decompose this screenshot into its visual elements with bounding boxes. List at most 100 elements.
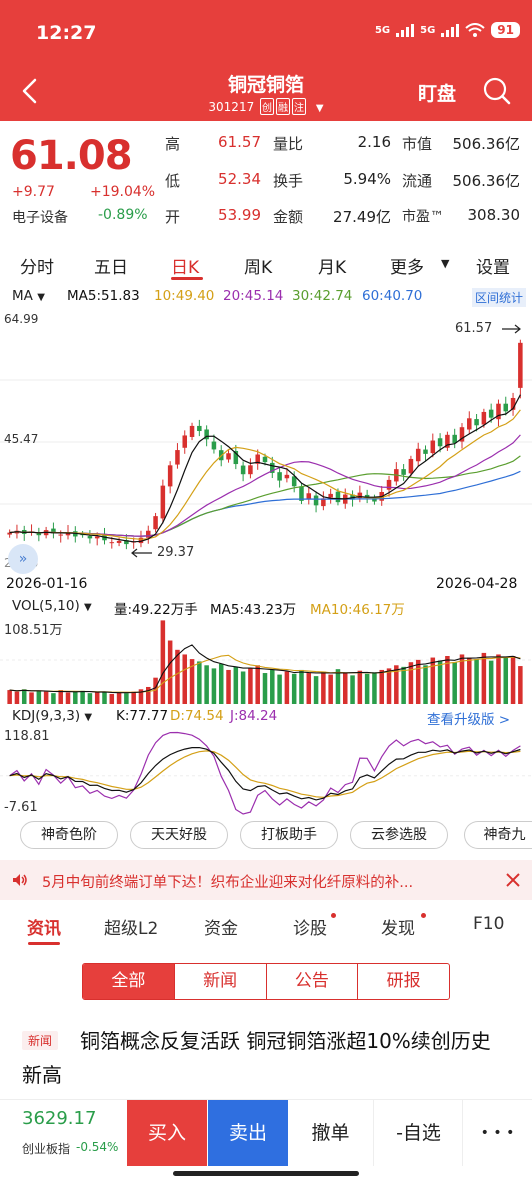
price-change-pct: +19.04% xyxy=(90,184,156,200)
signal-bars-icon xyxy=(396,23,415,37)
kdj-chart[interactable] xyxy=(0,726,532,818)
volume-bar xyxy=(43,691,49,704)
y-max-label: 64.99 xyxy=(4,312,39,326)
feature-daily-stock[interactable]: 天天好股 xyxy=(130,821,228,849)
volume-bar xyxy=(124,693,129,704)
status-icons: 5G 5G 91 xyxy=(375,22,520,38)
vol-ma10: MA10:46.17万 xyxy=(310,602,405,618)
segment-research[interactable]: 研报 xyxy=(358,964,449,999)
volume-bar xyxy=(364,673,370,704)
quote-panel: 61.08 +9.77 +19.04% 电子设备 -0.89% 高 61.57 … xyxy=(0,121,532,241)
volume-bar xyxy=(357,670,363,704)
section-tab-diagnosis[interactable]: 诊股 xyxy=(293,914,327,939)
volume-bar xyxy=(160,620,166,704)
feature-magic-nine[interactable]: 神奇九 xyxy=(464,821,532,849)
upgrade-link[interactable]: 查看升级版 > xyxy=(427,708,510,728)
volume-bar xyxy=(58,690,63,704)
news-ticker[interactable]: 5月中旬前终端订单下达！织布企业迎来对化纤原料的补... xyxy=(0,860,532,900)
tab-intraday[interactable]: 分时 xyxy=(20,253,54,278)
label-low: 低 xyxy=(165,172,181,190)
label-amount: 金额 xyxy=(273,208,304,226)
volume-bar xyxy=(175,649,180,704)
bottom-trade-bar: 3629.17 创业板指 -0.54% 买入 卖出 撤单 -自选 • • • xyxy=(0,1099,532,1167)
volume-bar xyxy=(350,675,355,704)
section-tab-funds[interactable]: 资金 xyxy=(204,914,238,939)
diagnosis-badge-dot xyxy=(331,913,336,918)
watch-button[interactable]: 盯盘 xyxy=(418,79,456,106)
remove-watchlist-button[interactable]: -自选 xyxy=(375,1100,463,1166)
candle-body xyxy=(189,425,195,437)
high-marker-label: 61.57 xyxy=(455,321,493,336)
volume-bar xyxy=(211,668,217,704)
volume-bar xyxy=(467,657,472,704)
close-icon[interactable] xyxy=(505,872,521,888)
ma-toggle[interactable]: MA ▼ xyxy=(12,288,45,304)
feature-magic-color[interactable]: 神奇色阶 xyxy=(20,821,118,849)
range-stats-button[interactable]: 区间统计 xyxy=(472,288,527,307)
news-type-badge: 新闻 xyxy=(22,1031,59,1050)
value-volume-ratio: 2.16 xyxy=(357,133,391,151)
volume-bar xyxy=(437,660,443,704)
volume-bar xyxy=(284,671,290,704)
volume-bar xyxy=(262,673,268,704)
section-tab-f10[interactable]: F10 xyxy=(473,914,504,934)
tab-settings[interactable]: 设置 xyxy=(476,253,510,278)
cancel-order-button[interactable]: 撤单 xyxy=(288,1100,374,1166)
signal-label-1: 5G xyxy=(374,24,391,36)
tab-monthly-k[interactable]: 月K xyxy=(318,253,346,278)
section-tab-super-l2[interactable]: 超级L2 xyxy=(104,914,158,939)
expand-history-icon[interactable]: » xyxy=(8,544,38,574)
section-tab-news[interactable]: 资讯 xyxy=(27,914,61,939)
feature-limit-helper[interactable]: 打板助手 xyxy=(240,821,338,849)
more-options-button[interactable]: • • • xyxy=(463,1100,532,1166)
volume-bar xyxy=(510,656,516,704)
segment-announcement[interactable]: 公告 xyxy=(267,964,359,999)
low-marker-label: 29.37 xyxy=(157,545,195,560)
more-dropdown-icon[interactable]: ▼ xyxy=(441,257,449,270)
section-tab-discover[interactable]: 发现 xyxy=(381,914,415,939)
tab-more[interactable]: 更多 xyxy=(390,253,424,278)
candlestick-chart[interactable] xyxy=(0,308,532,576)
vol-dropdown-icon: ▼ xyxy=(84,602,92,613)
index-value[interactable]: 3629.17 xyxy=(22,1108,96,1129)
segment-news[interactable]: 新闻 xyxy=(175,964,267,999)
news-headline[interactable]: 铜箔概念反复活跃 铜冠铜箔涨超10%续创历史新高 xyxy=(22,1024,502,1092)
kdj-indicator-toggle[interactable]: KDJ(9,3,3) ▼ xyxy=(12,708,92,724)
volume-bar xyxy=(379,669,384,704)
sell-button[interactable]: 卖出 xyxy=(208,1100,288,1166)
ma20-legend: 20:45.14 xyxy=(223,288,284,304)
feature-cloud-picker[interactable]: 云参选股 xyxy=(350,821,448,849)
volume-bar xyxy=(51,693,56,704)
tab-five-day[interactable]: 五日 xyxy=(94,253,128,278)
volume-bar xyxy=(218,663,224,704)
vol-indicator-toggle[interactable]: VOL(5,10) ▼ xyxy=(12,598,92,614)
candle-body xyxy=(211,441,217,450)
high-marker-arrow xyxy=(502,324,521,334)
vol-value: 量:49.22万手 xyxy=(114,602,198,618)
candle-body xyxy=(94,536,100,539)
volume-chart[interactable] xyxy=(0,616,532,706)
candle-body xyxy=(423,449,428,454)
segment-all[interactable]: 全部 xyxy=(83,964,175,999)
volume-bar xyxy=(299,669,304,704)
candle-body xyxy=(197,425,202,432)
tab-daily-k[interactable]: 日K xyxy=(171,253,199,278)
search-icon[interactable] xyxy=(482,76,512,106)
volume-bar xyxy=(306,673,312,704)
label-turnover: 换手 xyxy=(273,172,304,190)
label-float-cap: 流通 xyxy=(402,172,433,190)
candle-body xyxy=(467,418,472,430)
tab-weekly-k[interactable]: 周K xyxy=(244,253,272,278)
candle-body xyxy=(386,479,392,490)
x-start-date: 2026-01-16 xyxy=(6,576,88,592)
volume-bar xyxy=(386,668,392,704)
buy-button[interactable]: 买入 xyxy=(127,1100,207,1166)
vol-title: VOL(5,10) xyxy=(12,598,80,614)
candle-body xyxy=(415,448,421,462)
candle-body xyxy=(153,516,158,530)
value-low: 52.34 xyxy=(218,170,261,188)
active-tab-indicator xyxy=(171,277,203,280)
volume-bar xyxy=(204,665,209,704)
volume-bar xyxy=(372,672,377,704)
industry-name[interactable]: 电子设备 xyxy=(12,207,68,227)
